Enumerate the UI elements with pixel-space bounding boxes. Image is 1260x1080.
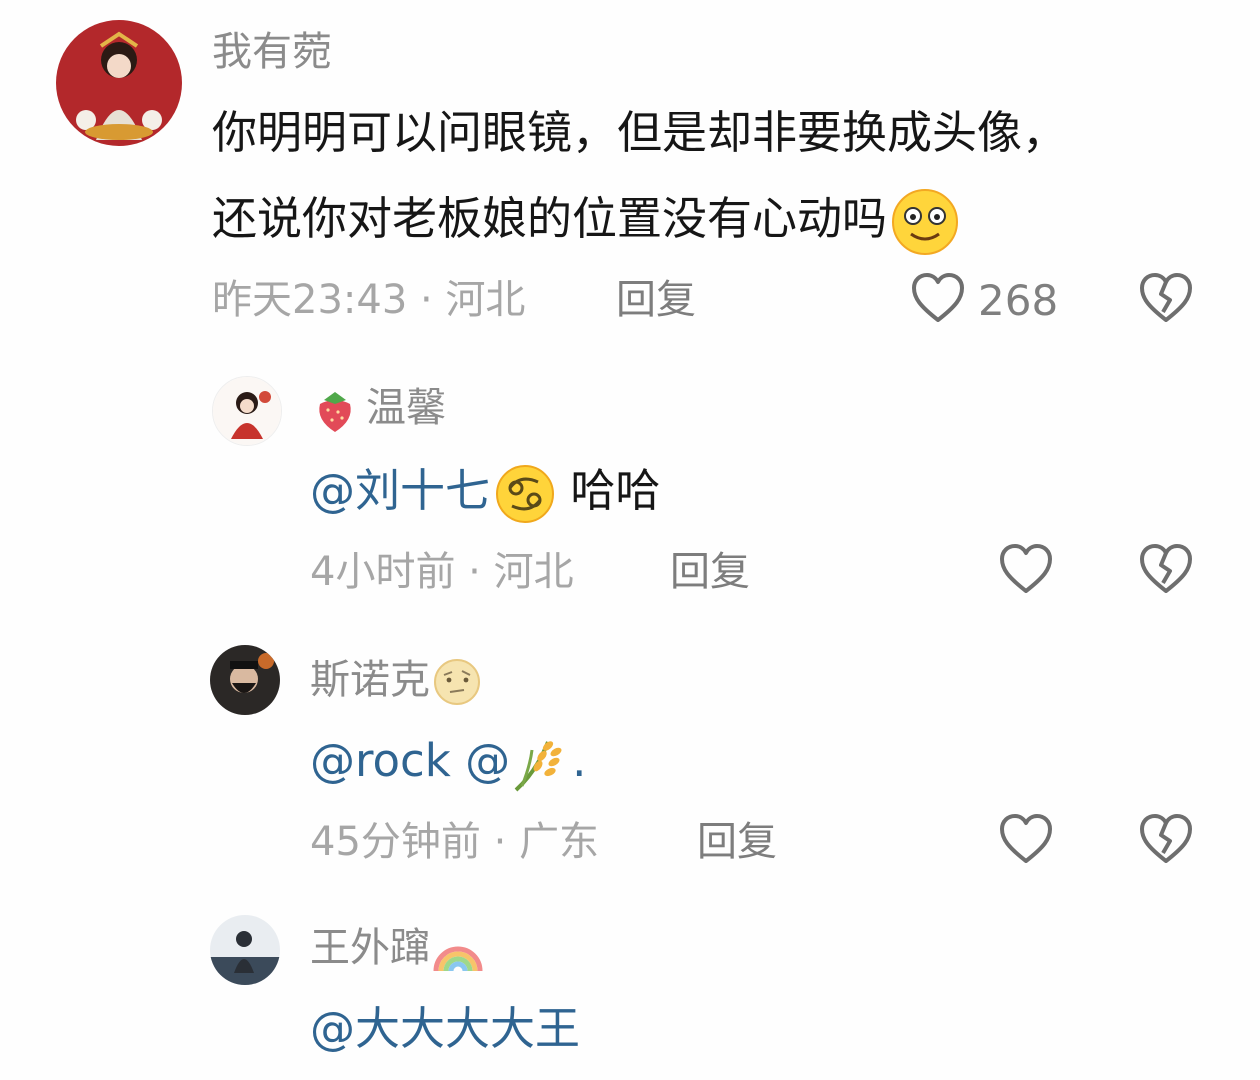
reply-text: @rock @ . [310, 736, 586, 792]
mention-link[interactable]: @rock @ [310, 734, 510, 787]
broken-heart-icon[interactable] [1138, 272, 1194, 324]
reply-button[interactable]: 回复 [697, 822, 777, 862]
rice-ear-icon [510, 736, 572, 792]
avatar[interactable] [210, 915, 280, 985]
reply-meta: 4小时前 · 河北 [310, 549, 574, 595]
mention-link[interactable]: @大大大大王 [310, 1002, 580, 1055]
reply-text: @刘十七 哈哈 [310, 464, 660, 524]
broken-heart-icon[interactable] [1138, 813, 1194, 865]
cancer-zodiac-icon [494, 464, 556, 524]
avatar[interactable] [56, 20, 182, 146]
comment-text-line-2: 还说你对老板娘的位置没有心动吗 [212, 188, 961, 256]
like-count: 268 [978, 276, 1059, 325]
reply-meta: 45分钟前 · 广东 [310, 819, 600, 865]
reply-button[interactable]: 回复 [670, 552, 750, 592]
comment-meta: 昨天23:43 · 河北 [212, 277, 526, 323]
heart-outline-icon[interactable] [998, 543, 1054, 595]
avatar[interactable] [210, 645, 280, 715]
strawberry-icon [312, 386, 358, 434]
heart-outline-icon[interactable] [998, 813, 1054, 865]
broken-heart-icon[interactable] [1138, 543, 1194, 595]
username[interactable]: 王外蹿 [310, 927, 484, 973]
heart-outline-icon[interactable] [910, 272, 966, 324]
avatar[interactable] [212, 376, 282, 446]
mention-link[interactable]: @刘十七 [310, 464, 490, 517]
username[interactable]: 我有菀 [212, 32, 332, 72]
reply-button[interactable]: 回复 [616, 280, 696, 320]
rainbow-icon [432, 927, 484, 973]
reply-text: @大大大大王 [310, 1006, 580, 1051]
username[interactable]: 温馨 [312, 386, 446, 434]
username[interactable]: 斯诺克 [310, 657, 482, 707]
comment-text: 你明明可以问眼镜，但是却非要换成头像， [212, 106, 1068, 159]
squint-face-icon [889, 188, 961, 256]
raised-eyebrow-face-icon [432, 657, 482, 707]
